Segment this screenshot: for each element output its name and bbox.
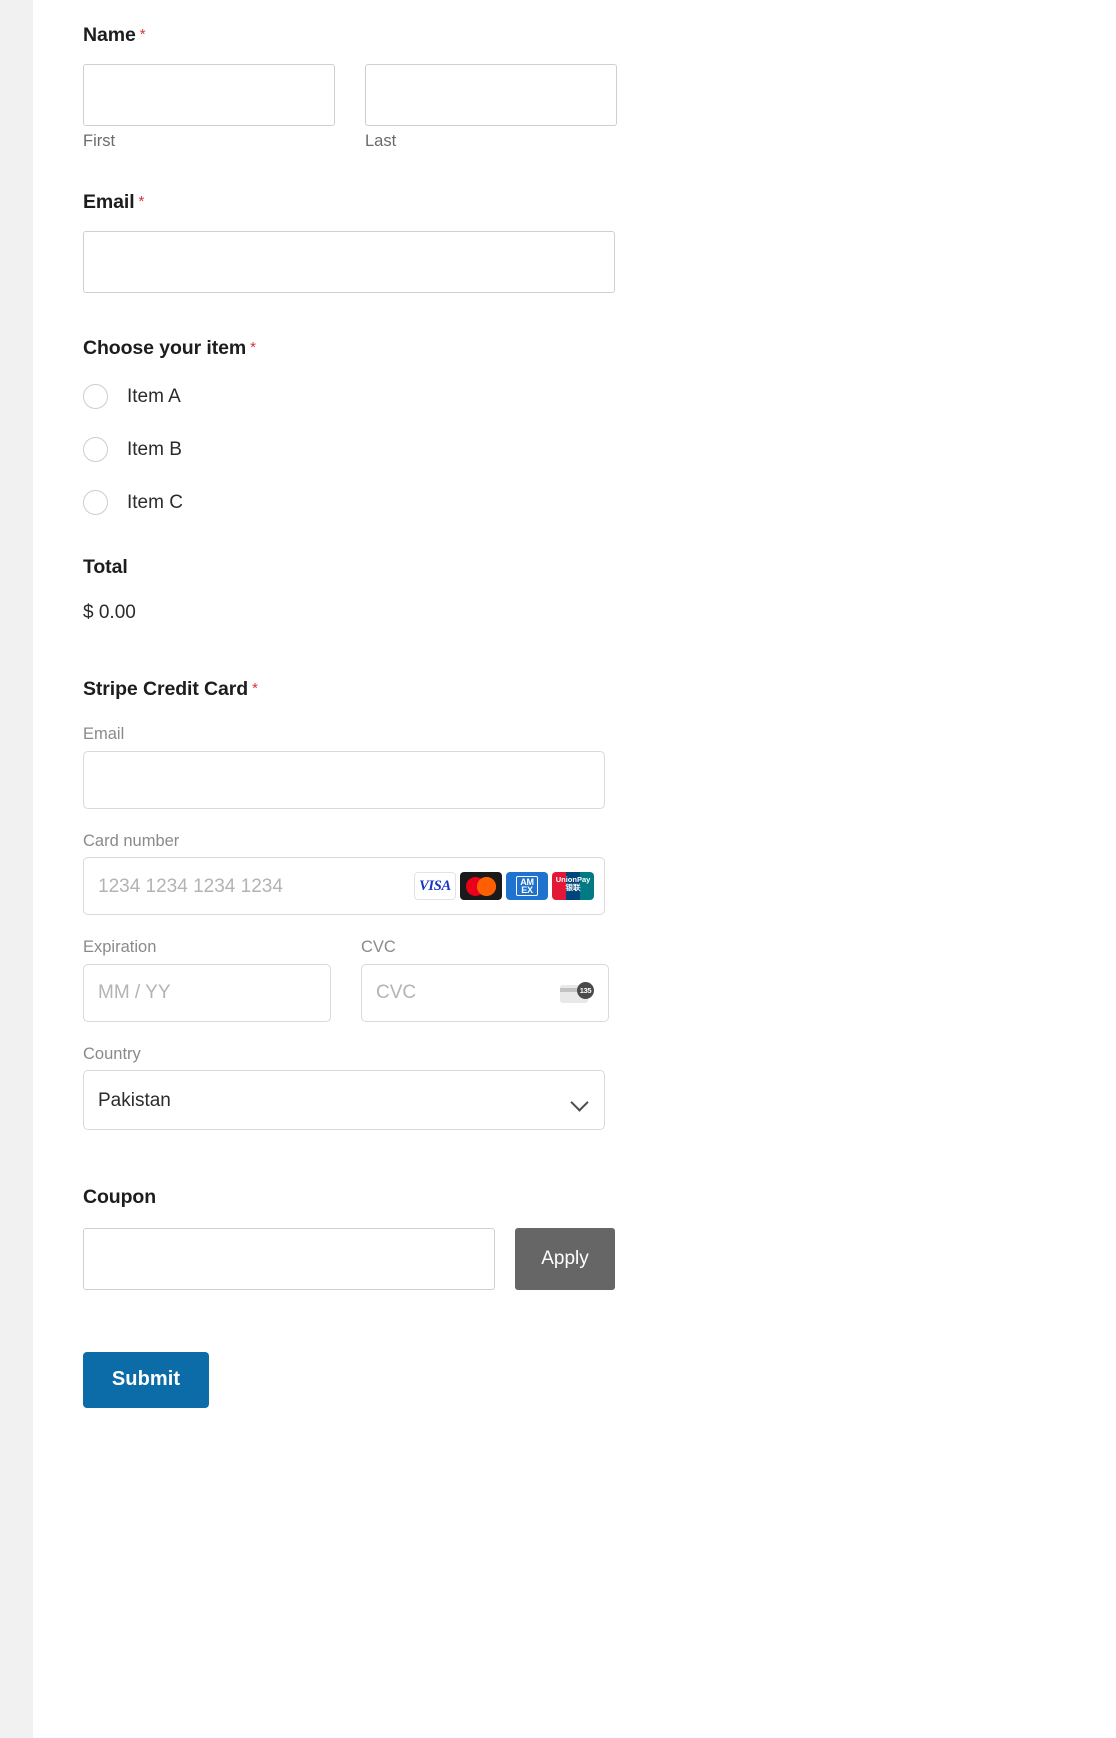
card-number-label: Card number: [83, 831, 180, 850]
choose-item-label: Choose your item *: [83, 336, 643, 359]
radio-circle-icon[interactable]: [83, 383, 108, 409]
name-required-asterisk: *: [139, 26, 146, 43]
radio-option-item-b[interactable]: Item B: [83, 429, 643, 469]
unionpay-icon-text: UnionPay 银联: [552, 876, 594, 892]
radio-option-item-c[interactable]: Item C: [83, 482, 643, 522]
radio-label-item-c: Item C: [127, 491, 183, 513]
mastercard-icon: [460, 872, 502, 900]
choose-item-options: Item A Item B Item C: [83, 376, 643, 522]
stripe-credit-card-group: Stripe Credit Card * Email Card number 12…: [83, 677, 643, 1130]
name-inputs-row: First Last: [83, 63, 643, 150]
country-label: Country: [83, 1044, 141, 1063]
radio-circle-icon[interactable]: [83, 436, 108, 462]
first-name-input[interactable]: [83, 63, 335, 126]
radio-circle-icon[interactable]: [83, 489, 108, 515]
visa-icon-text: VISA: [419, 877, 451, 894]
stripe-label: Stripe Credit Card *: [83, 677, 643, 700]
page-left-gutter: [0, 0, 33, 1738]
cvc-input[interactable]: CVC 135: [361, 963, 609, 1022]
chevron-down-icon[interactable]: [573, 1096, 586, 1109]
visa-icon: VISA: [414, 872, 456, 900]
apply-coupon-button[interactable]: Apply: [515, 1227, 615, 1290]
total-label: Total: [83, 556, 128, 578]
email-field-group: Email *: [83, 191, 643, 293]
choose-item-required-asterisk: *: [250, 338, 256, 356]
card-number-placeholder: 1234 1234 1234 1234: [98, 875, 283, 897]
coupon-input[interactable]: [83, 1227, 495, 1290]
unionpay-icon-line2: 银联: [565, 882, 581, 892]
amex-icon: AM EX: [506, 872, 548, 900]
form-canvas: Name * First Last Email * Choose your it…: [33, 0, 1116, 1738]
cvc-digits-bubble: 135: [577, 981, 594, 999]
name-field-group: Name * First Last: [83, 0, 643, 149]
last-name-sublabel: Last: [365, 131, 397, 150]
stripe-required-asterisk: *: [252, 679, 258, 697]
radio-option-item-a[interactable]: Item A: [83, 376, 643, 416]
submit-button[interactable]: Submit: [83, 1351, 209, 1408]
email-input[interactable]: [83, 230, 615, 293]
cvc-wrap: CVC CVC 135: [361, 939, 609, 1022]
payment-form: Name * First Last Email * Choose your it…: [83, 0, 643, 1408]
card-brand-icons: VISA AM EX UnionPay 银联: [414, 872, 594, 900]
radio-label-item-a: Item A: [127, 385, 181, 407]
stripe-email-label: Email: [83, 725, 125, 743]
last-name-input[interactable]: [365, 63, 617, 126]
card-number-wrap: Card number 1234 1234 1234 1234 VISA AM …: [83, 831, 605, 915]
coupon-group: Coupon Apply: [83, 1186, 643, 1290]
stripe-label-text: Stripe Credit Card: [83, 677, 249, 700]
country-select[interactable]: Pakistan: [83, 1070, 605, 1130]
coupon-label: Coupon: [83, 1186, 157, 1208]
choose-item-group: Choose your item * Item A Item B Item C: [83, 336, 643, 523]
country-selected-value: Pakistan: [98, 1089, 171, 1111]
email-input-wrap: [83, 230, 615, 293]
amex-icon-box: AM EX: [516, 875, 538, 897]
amex-icon-line2: EX: [521, 885, 533, 895]
name-label: Name *: [83, 24, 643, 46]
expiration-label: Expiration: [83, 938, 157, 956]
email-label: Email *: [83, 191, 643, 213]
first-name-sublabel: First: [83, 131, 116, 150]
submit-row: Submit: [83, 1351, 643, 1408]
first-name-col: First: [83, 63, 335, 150]
email-required-asterisk: *: [138, 193, 145, 210]
card-number-input[interactable]: 1234 1234 1234 1234 VISA AM EX UnionPay …: [83, 857, 605, 915]
mastercard-circles: [466, 876, 496, 896]
last-name-col: Last: [365, 63, 617, 150]
choose-item-label-text: Choose your item: [83, 336, 247, 359]
payment-form-page: Name * First Last Email * Choose your it…: [0, 0, 1116, 1738]
expiration-wrap: Expiration MM / YY: [83, 939, 331, 1022]
cvc-label: CVC: [361, 938, 396, 956]
total-group: Total $ 0.00: [83, 556, 643, 623]
expiration-placeholder: MM / YY: [98, 982, 171, 1003]
unionpay-icon: UnionPay 银联: [552, 872, 594, 900]
total-value: $ 0.00: [83, 601, 136, 623]
stripe-email-wrap: Email: [83, 726, 605, 809]
cvc-placeholder: CVC: [376, 982, 417, 1003]
name-label-text: Name: [83, 24, 136, 46]
expiry-cvc-row: Expiration MM / YY CVC CVC 135: [83, 939, 643, 1022]
cvc-card-icon: 135: [560, 981, 594, 1004]
stripe-email-input[interactable]: [83, 750, 605, 809]
email-label-text: Email: [83, 191, 135, 213]
expiration-input[interactable]: MM / YY: [83, 963, 331, 1022]
coupon-row: Apply: [83, 1227, 643, 1290]
country-wrap: Country Pakistan: [83, 1044, 605, 1130]
radio-label-item-b: Item B: [127, 438, 182, 460]
